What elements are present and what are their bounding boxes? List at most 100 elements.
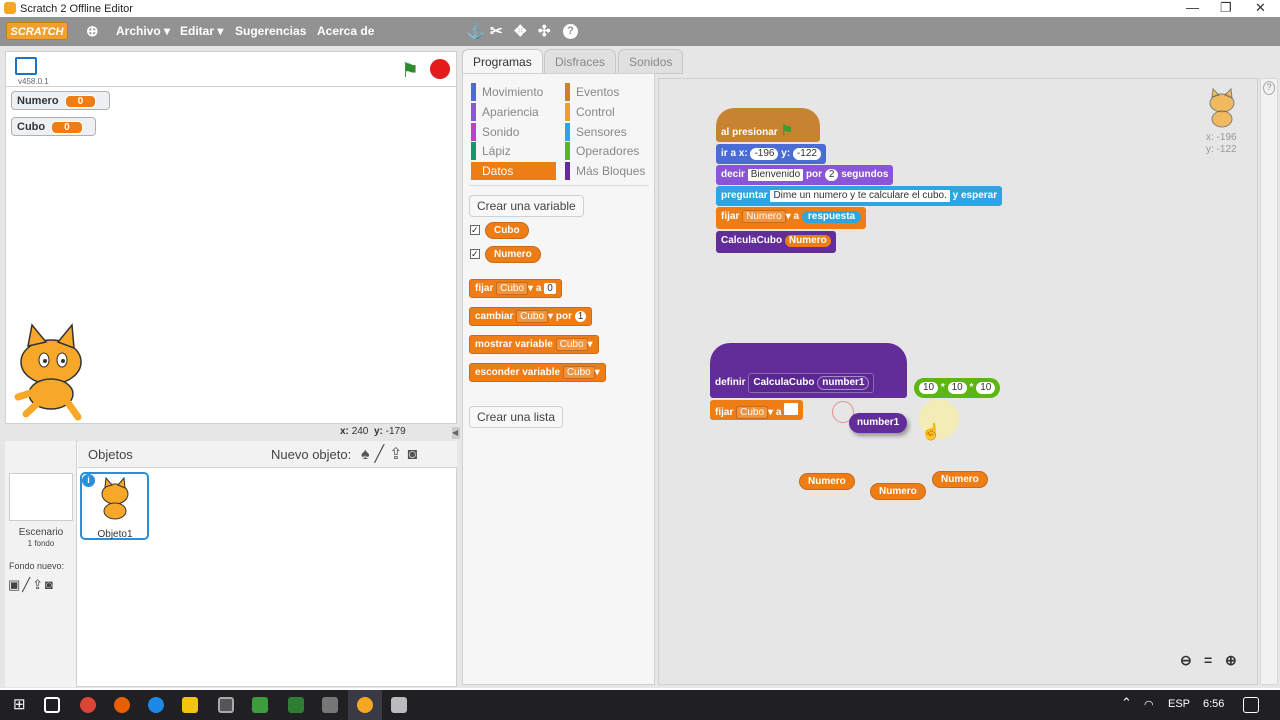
monitor-label: Numero	[17, 95, 59, 107]
reporter-numero[interactable]: Numero	[932, 471, 988, 488]
block-set-cubo[interactable]: fijar Cubo ▾ a	[710, 400, 804, 420]
cat-sprite[interactable]	[6, 322, 96, 422]
zoom-out-icon[interactable]: ⊖	[1180, 652, 1192, 669]
category-operadores[interactable]: Operadores	[565, 142, 639, 160]
block-say-for[interactable]: decir Bienvenido por 2 segundos	[716, 165, 894, 185]
firefox-icon[interactable]	[114, 697, 130, 713]
category-control[interactable]: Control	[565, 103, 615, 121]
tab-programas[interactable]: Programas	[462, 49, 543, 74]
variable-cubo[interactable]: Cubo	[485, 222, 529, 239]
variable-numero[interactable]: Numero	[485, 246, 541, 263]
block-define[interactable]: definir CalculaCubo number1	[710, 343, 907, 398]
script-area[interactable]: al presionar ⚑ ir a x: -196 y: -122 deci…	[658, 78, 1258, 685]
maximize-button[interactable]: ❐	[1220, 0, 1232, 16]
file-explorer-icon[interactable]	[182, 697, 198, 713]
help-icon[interactable]: ?	[1263, 81, 1275, 95]
block-hide-variable[interactable]: esconder variable Cubo ▾	[469, 363, 606, 382]
reporter-number1[interactable]: number1	[849, 413, 908, 433]
block-change-variable[interactable]: cambiar Cubo ▾ por 1	[469, 307, 593, 326]
help-icon[interactable]: ?	[563, 24, 578, 39]
scratch-logo[interactable]: SCRATCH	[6, 22, 68, 40]
new-sprite-icons[interactable]: ♠╱⇪◙	[361, 444, 422, 464]
app-icon	[4, 2, 16, 14]
collapse-stage-icon[interactable]: ◀	[452, 427, 460, 439]
new-backdrop-icons[interactable]: ▣╱⇪◙	[8, 577, 55, 593]
tab-disfraces[interactable]: Disfraces	[544, 49, 617, 74]
menu-bar: SCRATCH ⊕ Archivo ▾ Editar ▾ Sugerencias…	[0, 17, 1280, 46]
calculator-icon[interactable]	[322, 697, 338, 713]
block-set-variable[interactable]: fijar Cubo ▾ a 0	[469, 279, 562, 298]
task-view-icon[interactable]	[44, 697, 60, 713]
scrollbar[interactable]: ?	[1260, 78, 1278, 685]
windows-start-icon[interactable]: ⊞	[13, 695, 29, 713]
monitor-label: Cubo	[17, 121, 46, 133]
cat-thumbnail-icon	[101, 477, 129, 520]
notifications-icon[interactable]	[1243, 697, 1259, 713]
block-goto-xy[interactable]: ir a x: -196 y: -122	[716, 144, 826, 164]
make-variable-button[interactable]: Crear una variable	[469, 195, 584, 217]
make-list-button[interactable]: Crear una lista	[469, 406, 564, 428]
sprite-thumbnail[interactable]: i Objeto1	[80, 472, 149, 540]
menu-sugerencias[interactable]: Sugerencias	[235, 24, 306, 38]
block-when-flag-clicked[interactable]: al presionar ⚑	[716, 108, 820, 142]
block-show-variable[interactable]: mostrar variable Cubo ▾	[469, 335, 599, 354]
zoom-in-icon[interactable]: ⊕	[1225, 652, 1237, 669]
new-sprite-label: Nuevo objeto:	[271, 447, 352, 462]
category-datos[interactable]: Datos	[471, 162, 556, 180]
category-sensores[interactable]: Sensores	[565, 123, 627, 141]
scratch-task[interactable]	[348, 690, 382, 720]
minimize-button[interactable]: —	[1186, 0, 1199, 15]
document-icon[interactable]	[391, 697, 407, 713]
green-flag-icon[interactable]: ⚑	[401, 58, 419, 83]
globe-icon[interactable]: ⊕	[86, 22, 99, 40]
monitor-cubo: Cubo 0	[11, 117, 96, 136]
window-title: Scratch 2 Offline Editor	[20, 3, 133, 15]
zoom-reset-icon[interactable]: =	[1204, 652, 1212, 668]
reporter-numero[interactable]: Numero	[870, 483, 926, 500]
stop-icon[interactable]	[430, 59, 450, 79]
stage[interactable]: Numero 0 Cubo 0	[5, 86, 457, 424]
grow-icon[interactable]: ✥	[514, 22, 527, 40]
spreadsheet-icon[interactable]	[288, 697, 304, 713]
shrink-icon[interactable]: ✣	[538, 22, 551, 40]
chrome-icon[interactable]	[80, 697, 96, 713]
clock[interactable]: 6:56	[1203, 698, 1224, 710]
store-icon[interactable]	[218, 697, 234, 713]
close-button[interactable]: ✕	[1255, 0, 1266, 16]
menu-acerca-de[interactable]: Acerca de	[317, 24, 374, 38]
block-set-numero[interactable]: fijar Numero ▾ a respuesta	[716, 207, 867, 229]
sprites-title: Objetos	[88, 447, 133, 462]
duplicate-icon[interactable]: ⚓	[466, 22, 485, 40]
new-backdrop-label: Fondo nuevo:	[9, 561, 65, 571]
delete-icon[interactable]: ✂	[490, 22, 503, 40]
fullscreen-icon[interactable]	[15, 57, 37, 75]
app-icon[interactable]	[252, 697, 268, 713]
block-ask-and-wait[interactable]: preguntar Dime un numero y te calculare …	[716, 186, 1003, 206]
category-eventos[interactable]: Eventos	[565, 83, 619, 101]
mouse-coords: x: 240 y: -179	[340, 426, 406, 437]
tray-up-icon[interactable]: ⌃	[1121, 695, 1132, 711]
category-movimiento[interactable]: Movimiento	[471, 83, 543, 101]
monitor-value: 0	[51, 121, 83, 134]
category-mas-bloques[interactable]: Más Bloques	[565, 162, 645, 180]
checkbox-cubo[interactable]: ✓	[470, 225, 480, 235]
version-label: v458.0.1	[18, 77, 49, 86]
wifi-icon[interactable]: ◠	[1144, 698, 1154, 711]
category-lapiz[interactable]: Lápiz	[471, 142, 511, 160]
menu-editar[interactable]: Editar ▾	[180, 24, 223, 38]
menu-archivo[interactable]: Archivo ▾	[116, 24, 170, 38]
block-multiply-operator[interactable]: 10 * 10 * 10	[914, 378, 1001, 398]
stage-column: Escenario 1 fondo Fondo nuevo: ▣╱⇪◙	[5, 441, 77, 687]
edge-icon[interactable]	[148, 697, 164, 713]
stage-thumbnail[interactable]	[9, 473, 73, 521]
category-apariencia[interactable]: Apariencia	[471, 103, 539, 121]
block-call-calculacubo[interactable]: CalculaCubo Numero	[716, 231, 836, 253]
language-indicator[interactable]: ESP	[1168, 698, 1190, 710]
sprite-x-coord: x: -196	[1206, 132, 1237, 143]
reporter-numero[interactable]: Numero	[799, 473, 855, 490]
green-flag-icon: ⚑	[780, 122, 794, 138]
tab-sonidos[interactable]: Sonidos	[618, 49, 684, 74]
checkbox-numero[interactable]: ✓	[470, 249, 480, 259]
monitor-numero: Numero 0	[11, 91, 110, 110]
category-sonido[interactable]: Sonido	[471, 123, 519, 141]
